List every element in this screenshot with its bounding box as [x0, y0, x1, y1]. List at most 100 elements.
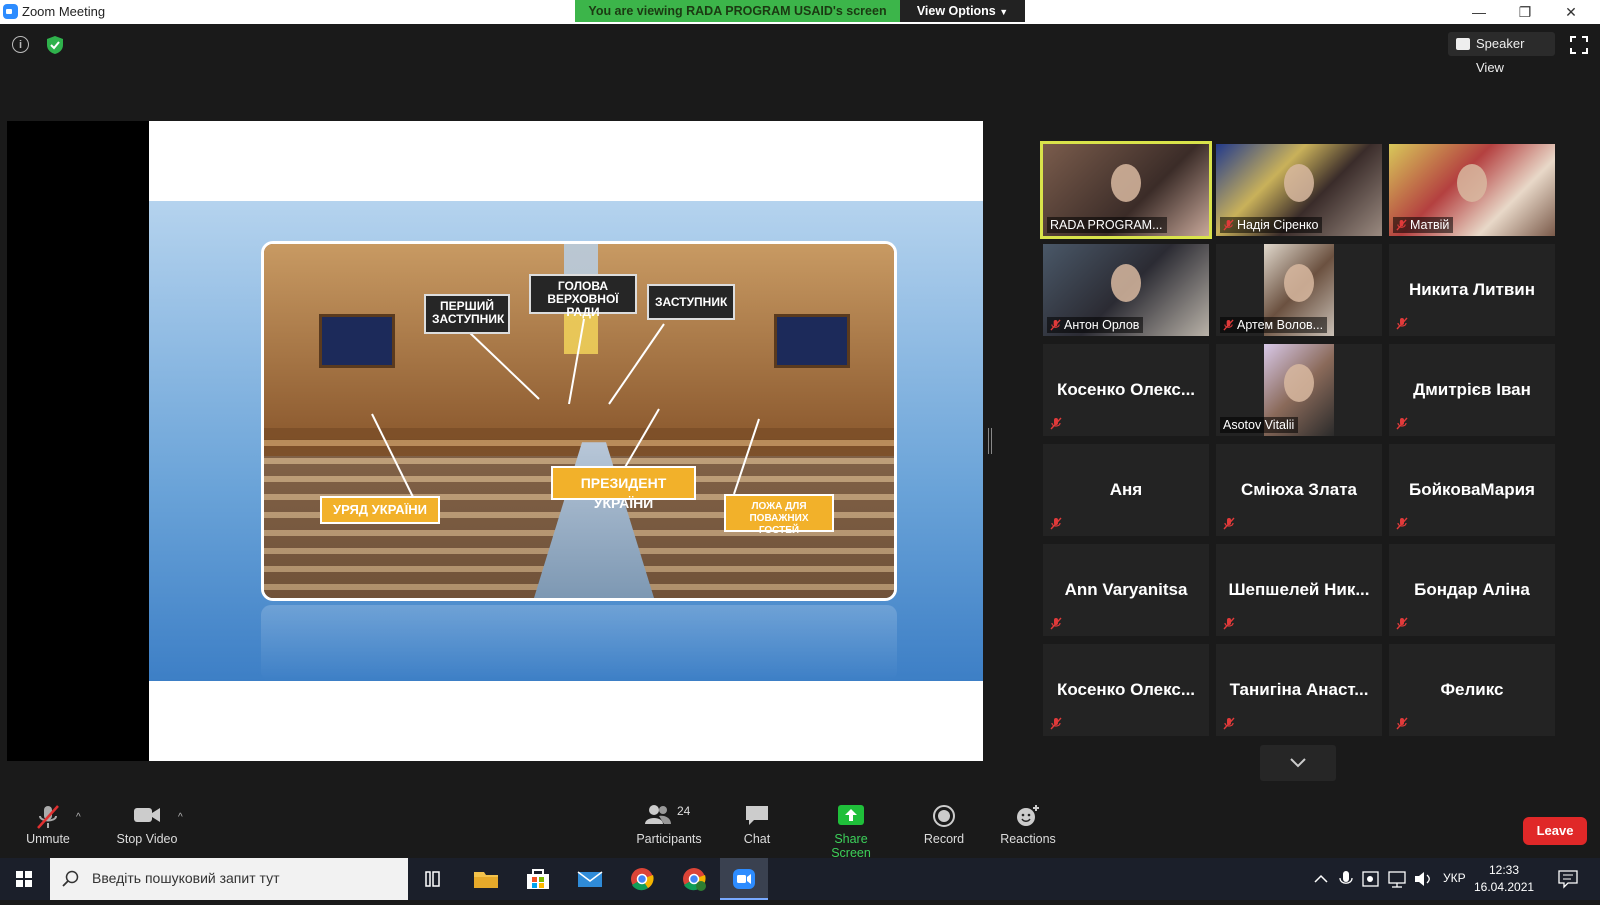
participant-tile[interactable]: Косенко Олекс... [1043, 644, 1209, 736]
file-explorer-icon [474, 872, 498, 888]
participant-name: Артем Волов... [1237, 318, 1324, 332]
participant-tile[interactable]: RADA PROGRAM... [1040, 141, 1212, 239]
share-screen-button[interactable]: Share Screen [813, 804, 889, 860]
record-button[interactable]: Record [920, 804, 968, 846]
leave-button[interactable]: Leave [1523, 817, 1587, 845]
video-options-caret[interactable]: ^ [178, 812, 186, 823]
muted-microphone-icon [1396, 317, 1408, 330]
participant-tile[interactable]: Артем Волов... [1216, 244, 1382, 336]
input-language-indicator[interactable]: УКР [1443, 871, 1466, 885]
face-placeholder [1284, 264, 1314, 302]
encryption-shield-icon[interactable] [46, 35, 64, 55]
windows-logo-icon [16, 871, 32, 887]
task-view-icon [425, 871, 440, 887]
participant-tile[interactable]: БойковаМария [1389, 444, 1555, 536]
muted-microphone-icon [1223, 617, 1235, 630]
gallery-scroll-down-button[interactable] [1260, 745, 1336, 781]
taskbar-search-box[interactable]: Введіть пошуковий запит тут [50, 858, 408, 900]
zoom-app-icon [3, 4, 18, 19]
photo-reflection [261, 605, 897, 681]
participant-name-label: RADA PROGRAM... [1047, 217, 1167, 233]
participant-name: Бондар Аліна [1414, 580, 1530, 599]
unmute-button[interactable]: Unmute [20, 804, 76, 846]
notification-icon [1558, 870, 1578, 889]
participant-tile[interactable]: Сміюха Злата [1216, 444, 1382, 536]
tray-network-button[interactable] [1386, 858, 1408, 900]
stop-video-button[interactable]: Stop Video [112, 804, 182, 846]
muted-microphone-icon [1050, 717, 1062, 730]
muted-microphone-icon [1050, 417, 1062, 430]
participant-name: Танигіна Анаст... [1229, 680, 1369, 699]
muted-microphone-icon [1050, 617, 1062, 630]
chevron-up-icon [1314, 874, 1328, 883]
participant-name-label: Артем Волов... [1220, 317, 1328, 333]
tray-volume-button[interactable] [1412, 858, 1434, 900]
muted-microphone-icon [1223, 717, 1235, 730]
tray-microphone-button[interactable] [1336, 858, 1356, 900]
meeting-toolbar: Unmute ^ Stop Video ^ 24 Participants Ch… [0, 798, 1600, 860]
file-explorer-button[interactable] [462, 858, 510, 900]
chrome-profile-icon [683, 868, 706, 891]
participant-tile[interactable]: Косенко Олекс... [1043, 344, 1209, 436]
speaker-view-button[interactable]: Speaker View [1448, 32, 1555, 75]
close-button[interactable]: ✕ [1548, 0, 1594, 24]
participant-name-label: Антон Орлов [1047, 317, 1144, 333]
participant-name: БойковаМария [1409, 480, 1535, 499]
participant-name-label: Asotov Vitalii [1220, 417, 1299, 433]
unmute-label: Unmute [26, 832, 70, 846]
participant-tile[interactable]: Asotov Vitalii [1216, 344, 1382, 436]
participant-tile[interactable]: Феликс [1389, 644, 1555, 736]
participant-name: Надія Сіренко [1237, 218, 1319, 232]
record-label: Record [923, 832, 965, 846]
taskbar-clock[interactable]: 12:33 16.04.2021 [1474, 862, 1534, 896]
chevron-down-icon: ▼ [999, 7, 1009, 17]
video-camera-icon [134, 808, 160, 822]
restore-button[interactable]: ❐ [1502, 0, 1548, 24]
participant-tile[interactable]: Бондар Аліна [1389, 544, 1555, 636]
participant-name: Дмитрієв Іван [1413, 380, 1531, 399]
participant-tile[interactable]: Аня [1043, 444, 1209, 536]
participant-name: Аня [1109, 480, 1143, 499]
face-placeholder [1457, 164, 1487, 202]
tray-overflow-button[interactable] [1310, 858, 1332, 900]
participant-tile[interactable]: Матвій [1389, 144, 1555, 236]
participant-tile[interactable]: Надія Сіренко [1216, 144, 1382, 236]
participant-tile[interactable]: Антон Орлов [1043, 244, 1209, 336]
minimize-button[interactable]: — [1456, 0, 1502, 24]
action-center-button[interactable] [1555, 858, 1581, 900]
search-icon [62, 870, 79, 887]
start-button[interactable] [0, 858, 48, 900]
tag-deputy: ЗАСТУПНИК [647, 284, 735, 320]
participant-tile[interactable]: Никита Литвин [1389, 244, 1555, 336]
meeting-info-icon[interactable]: i [12, 36, 29, 53]
task-view-button[interactable] [408, 858, 456, 900]
clock-time: 12:33 [1488, 863, 1520, 877]
participants-button[interactable]: 24 Participants [633, 804, 705, 846]
participant-name: Ann Varyanitsa [1064, 580, 1188, 599]
participant-name-label: Надія Сіренко [1220, 217, 1323, 233]
zoom-taskbar-button[interactable] [720, 858, 768, 900]
tag-government: УРЯД УКРАЇНИ [320, 496, 440, 524]
participant-tile[interactable]: Танигіна Анаст... [1216, 644, 1382, 736]
tag-president: ПРЕЗИДЕНТ УКРАЇНИ [551, 466, 696, 511]
participant-name: Косенко Олекс... [1056, 380, 1196, 399]
face-placeholder [1111, 264, 1141, 302]
store-button[interactable] [514, 858, 562, 900]
tray-security-button[interactable] [1360, 858, 1382, 900]
participant-name: Никита Литвин [1408, 280, 1536, 299]
speaker-view-label: Speaker View [1476, 36, 1525, 75]
reactions-button[interactable]: Reactions [1000, 804, 1056, 846]
participant-tile[interactable]: Ann Varyanitsa [1043, 544, 1209, 636]
audio-options-caret[interactable]: ^ [76, 812, 84, 823]
chrome-profile-button[interactable] [670, 858, 718, 900]
participant-tile[interactable]: Шепшелей Ник... [1216, 544, 1382, 636]
participant-tile[interactable]: Дмитрієв Іван [1389, 344, 1555, 436]
view-options-button[interactable]: View Options ▼ [900, 0, 1025, 22]
participant-name: Феликс [1440, 680, 1504, 699]
shared-slide: ПЕРШИЙ ЗАСТУПНИК ГОЛОВА ВЕРХОВНОЇ РАДИ З… [149, 121, 983, 761]
mail-button[interactable] [566, 858, 614, 900]
chat-button[interactable]: Chat [737, 804, 777, 846]
chrome-button[interactable] [618, 858, 666, 900]
fullscreen-icon[interactable] [1570, 36, 1588, 54]
panel-resize-handle[interactable] [988, 428, 992, 454]
